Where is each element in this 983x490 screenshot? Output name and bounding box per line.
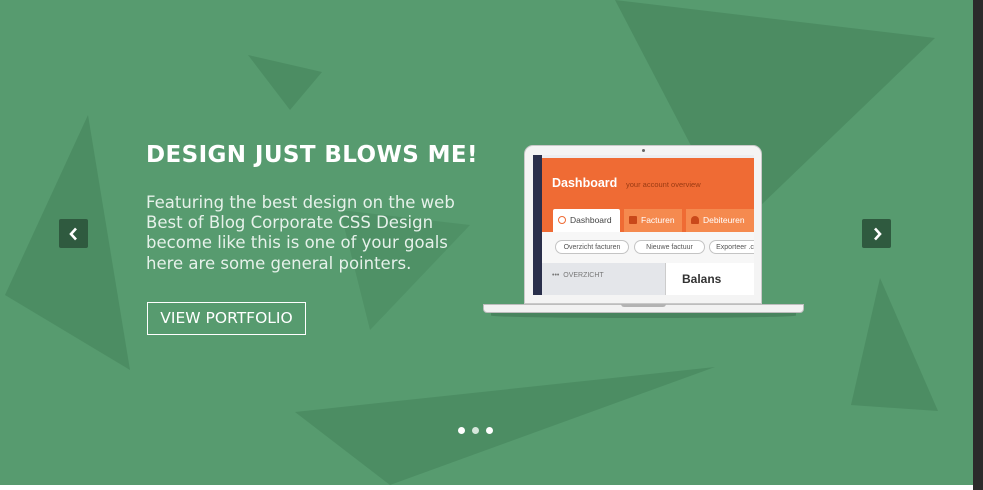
screen-filter-bar: Overzicht facturen Nieuwe factuur Export…	[542, 232, 754, 263]
people-icon	[691, 216, 699, 224]
laptop-mockup: Dashboard your account overview Dashboar…	[483, 145, 804, 320]
description-line: Featuring the best design on the web	[146, 193, 455, 212]
laptop-screen: Dashboard your account overview Dashboar…	[533, 155, 754, 295]
screen-balance-panel: Balans	[665, 263, 754, 295]
page-scrollbar[interactable]	[973, 0, 983, 490]
screen-balance-title: Balans	[682, 272, 722, 286]
screen-tab-label: Facturen	[641, 215, 675, 225]
view-portfolio-button[interactable]: VIEW PORTFOLIO	[147, 302, 306, 335]
slide-headline: DESIGN JUST BLOWS ME!	[146, 142, 478, 168]
slide-description: Featuring the best design on the web Bes…	[146, 193, 476, 274]
screen-tab-label: Debiteuren	[703, 215, 745, 225]
screen-filter-pill: Nieuwe factuur	[634, 240, 705, 254]
document-icon	[629, 216, 637, 224]
screen-tab-label: Dashboard	[570, 215, 612, 225]
screen-sidebar	[533, 155, 542, 295]
description-line: Best of Blog Corporate CSS Design	[146, 213, 434, 233]
screen-tab-dashboard: Dashboard	[553, 209, 620, 232]
previous-slide-button[interactable]	[59, 219, 88, 248]
hero-slider: DESIGN JUST BLOWS ME! Featuring the best…	[0, 0, 973, 485]
pagination-dot[interactable]	[486, 427, 493, 434]
description-line: here are some general pointers.	[146, 253, 412, 273]
camera-dot	[642, 149, 645, 152]
dashboard-icon	[558, 216, 566, 224]
laptop-shadow	[491, 313, 796, 318]
screen-filter-pill: Overzicht facturen	[555, 240, 629, 254]
screen-header: Dashboard your account overview	[542, 158, 754, 206]
description-line: become like this is one of your goals	[146, 233, 448, 253]
chevron-left-icon	[68, 227, 77, 240]
screen-tab-facturen: Facturen	[624, 209, 682, 232]
screen-overview-text: OVERZICHT	[563, 272, 604, 279]
screen-filter-pill: Exporteer .c	[709, 240, 754, 254]
screen-dashboard-subtitle: your account overview	[626, 180, 701, 189]
next-slide-button[interactable]	[862, 219, 891, 248]
slide-pagination	[458, 427, 493, 434]
laptop-lid: Dashboard your account overview Dashboar…	[524, 145, 762, 304]
screen-tabs: Dashboard Facturen Debiteuren	[542, 206, 754, 232]
screen-dashboard-title: Dashboard	[552, 176, 618, 190]
dots-icon: •••	[552, 272, 560, 279]
laptop-notch	[621, 304, 666, 307]
pagination-dot[interactable]	[472, 427, 479, 434]
chevron-right-icon	[873, 227, 882, 240]
screen-overview-label: ••• OVERZICHT	[552, 272, 604, 279]
screen-overview-section: ••• OVERZICHT Balans	[542, 263, 754, 295]
pagination-dot[interactable]	[458, 427, 465, 434]
screen-tab-debiteuren: Debiteuren	[686, 209, 754, 232]
